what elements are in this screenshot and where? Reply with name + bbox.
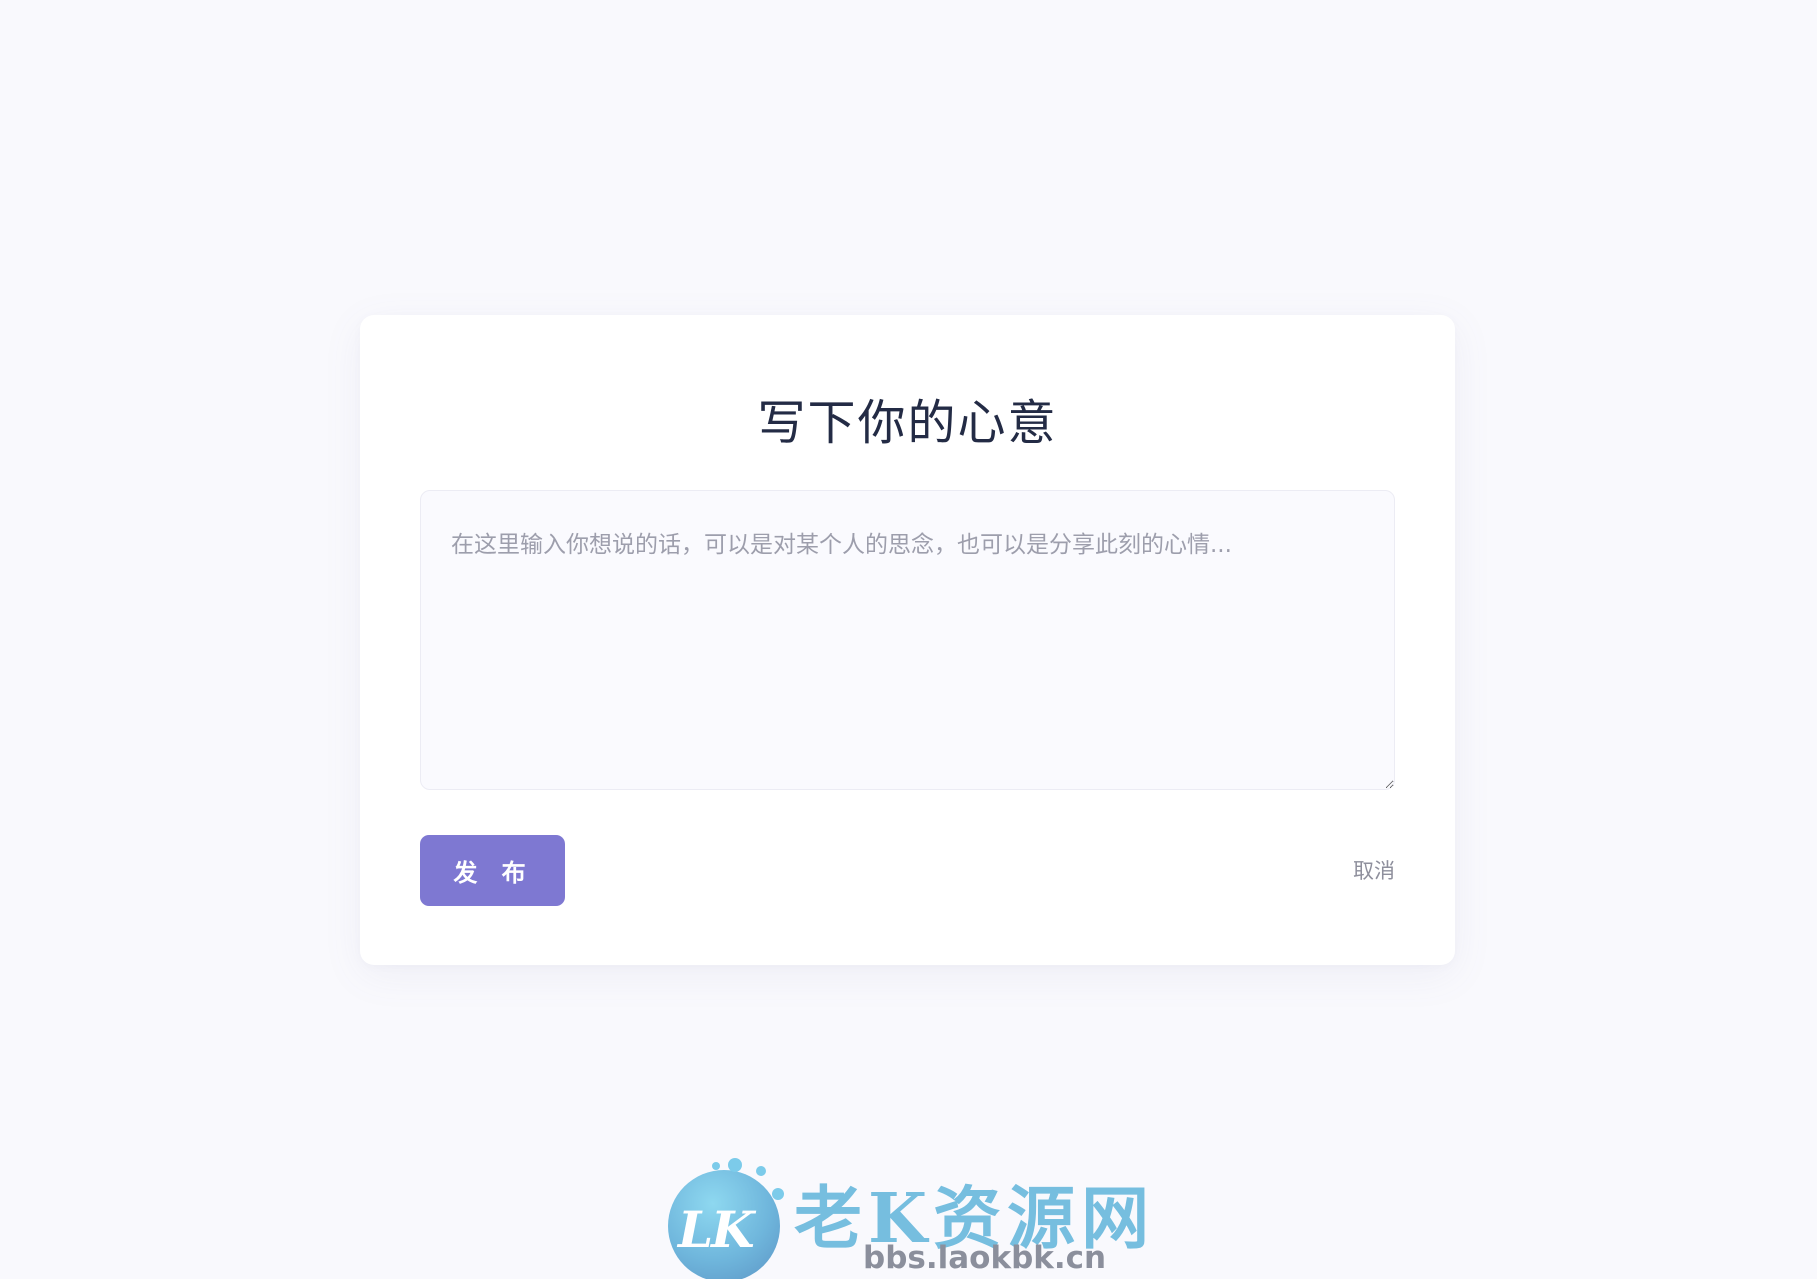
- message-card: 写下你的心意 发 布 取消: [360, 315, 1455, 965]
- watermark-logo-dot: [772, 1188, 784, 1200]
- page: 写下你的心意 发 布 取消 LK 老K资源网 bbs.laokbk.cn: [0, 0, 1817, 1279]
- cancel-button[interactable]: 取消: [1353, 855, 1395, 885]
- watermark-logo-dot: [728, 1158, 742, 1172]
- watermark-site-url: bbs.laokbk.cn: [863, 1240, 1107, 1276]
- publish-button[interactable]: 发 布: [420, 835, 565, 906]
- message-input[interactable]: [420, 490, 1395, 790]
- watermark-logo-dot: [712, 1162, 720, 1170]
- card-title: 写下你的心意: [757, 395, 1058, 451]
- watermark-logo-text: LK: [678, 1200, 755, 1259]
- watermark-logo-dot: [756, 1166, 766, 1176]
- site-watermark: LK 老K资源网 bbs.laokbk.cn: [668, 1158, 1153, 1279]
